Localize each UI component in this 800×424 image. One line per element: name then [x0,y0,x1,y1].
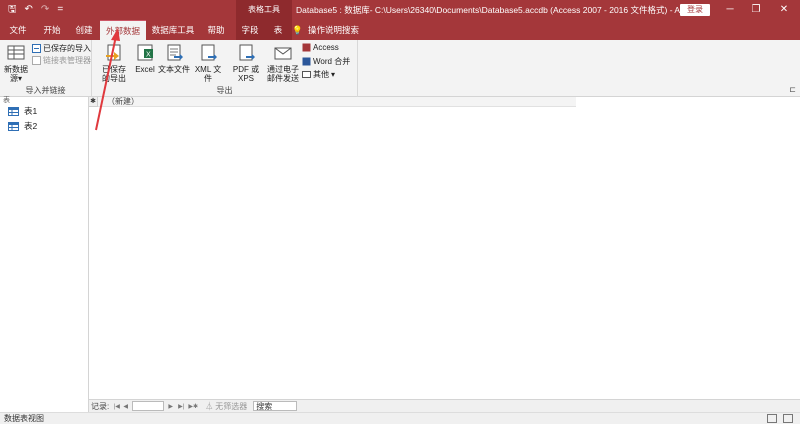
new-record-button[interactable]: ▶✱ [187,403,199,410]
filter-status[interactable]: ⏃ 无筛选器 [205,401,247,412]
email-label: 通过电子邮件发送 [267,65,299,83]
text-file-label: 文本文件 [158,65,190,74]
pdf-xps-label: PDF 或 XPS [232,65,260,83]
tab-help[interactable]: 帮助 [202,20,230,40]
status-bar: 数据表视图 [0,412,800,424]
saved-imports-label: 已保存的导入 [43,44,91,53]
export-xml-button[interactable]: XML 文件 [192,43,224,83]
word-icon [302,57,311,66]
minimize-icon[interactable]: ─ [720,0,740,20]
login-button[interactable]: 登录 [680,4,710,16]
close-icon[interactable]: ✕ [774,0,794,20]
restore-icon[interactable]: ❐ [746,0,766,20]
dropdown-arrow-icon: ▾ [17,74,22,83]
linked-table-manager-button: 链接表管理器 [32,55,91,66]
pdf-xps-icon [239,44,255,61]
redo-icon[interactable]: ↷ [41,3,49,17]
nav-item-label: 表2 [24,121,38,131]
export-group-label: 导出 [216,86,233,95]
group-import-link: 新数据源▾ 已保存的导入 链接表管理器 导入并链接 [0,40,92,97]
navigation-pane: 表 表1 表2 [0,97,89,412]
design-view-icon[interactable] [783,414,793,423]
next-record-button[interactable]: ▶ [166,403,175,410]
datasheet-view-icon[interactable] [767,414,777,423]
saved-imports-icon [32,44,41,53]
filter-icon: ⏃ [205,401,214,411]
title-bar: 🖫 ↶ ↷ = 表格工具 Database5 : 数据库- C:\Users\2… [0,0,800,20]
export-access-button[interactable]: Access [302,43,339,52]
saved-imports-button[interactable]: 已保存的导入 [32,43,91,54]
collapse-ribbon-icon[interactable]: ⊏ [789,85,796,94]
tab-file[interactable]: 文件 [4,20,32,40]
new-record-row[interactable] [98,97,576,107]
saved-exports-button[interactable]: 已保存的导出 [100,43,128,83]
table-icon [8,106,19,116]
table-tools-context-label: 表格工具 [236,0,292,20]
email-icon [274,47,292,60]
more-export-button[interactable]: 其他 ▾ [302,69,335,80]
first-record-button[interactable]: |◀ [112,403,121,410]
dropdown-arrow-icon: ▾ [331,70,336,79]
access-icon [302,43,311,52]
nav-pane-header[interactable]: 表 [3,95,10,105]
group-export: 已保存的导出 X Excel 文本文件 XML 文件 PDF 或 XPS 通过电… [92,40,358,97]
tell-me-search[interactable]: 💡 操作说明搜索 [292,20,359,40]
more-icon [302,71,311,78]
customize-qat-icon[interactable]: = [57,3,63,17]
tab-home[interactable]: 开始 [38,20,66,40]
excel-label: Excel [135,65,155,74]
svg-text:X: X [146,52,151,59]
new-data-source-button[interactable]: 新数据源▾ [2,43,30,83]
export-pdf-xps-button[interactable]: PDF 或 XPS [226,43,266,83]
window-title: Database5 : 数据库- C:\Users\26340\Document… [296,5,696,15]
tab-create[interactable]: 创建 [70,20,98,40]
nav-item-label: 表1 [24,106,38,116]
linked-table-manager-icon [32,56,41,65]
filter-label: 无筛选器 [215,401,248,411]
word-merge-label: Word 合并 [313,57,351,66]
word-merge-button[interactable]: Word 合并 [302,56,350,67]
lightbulb-icon: 💡 [292,25,303,35]
vertical-scrollbar[interactable] [790,97,800,399]
save-icon[interactable]: 🖫 [8,3,17,17]
nav-item-table1[interactable]: 表1 [8,105,37,117]
import-group-label: 导入并链接 [25,86,66,95]
quick-access-toolbar: 🖫 ↶ ↷ = [8,3,63,17]
tell-me-label: 操作说明搜索 [307,25,359,35]
export-text-button[interactable]: 文本文件 [158,43,190,74]
datasheet[interactable]: ✱ （新建） [89,97,800,399]
linked-table-manager-label: 链接表管理器 [43,56,91,65]
record-selector[interactable]: ✱ [89,97,98,107]
more-label: 其他 [313,70,329,79]
xml-file-icon [201,44,217,61]
text-file-icon [167,44,183,61]
new-record-label: （新建） [107,97,139,106]
tab-table[interactable]: 表 [264,20,292,40]
prev-record-button[interactable]: ◀ [121,403,130,410]
excel-icon: X [137,44,153,61]
ribbon-tab-bar: 文件 开始 创建 外部数据 数据库工具 帮助 字段 表 💡 操作说明搜索 [0,20,800,41]
last-record-button[interactable]: ▶| [175,403,187,410]
xml-file-label: XML 文件 [194,65,222,83]
status-text: 数据表视图 [4,414,44,423]
table-icon [8,121,19,131]
export-excel-button[interactable]: X Excel [134,43,156,74]
tab-database-tools[interactable]: 数据库工具 [150,20,196,40]
access-label: Access [313,43,339,52]
new-data-source-label: 新数据源 [4,65,28,83]
new-data-source-icon [7,45,25,60]
record-search-input[interactable]: 搜索 [253,401,298,411]
nav-item-table2[interactable]: 表2 [8,120,37,132]
tab-external-data[interactable]: 外部数据 [100,20,146,41]
saved-exports-icon [106,44,121,61]
tab-fields[interactable]: 字段 [236,20,264,40]
saved-exports-label: 已保存的导出 [102,65,126,83]
record-navigation-bar: 记录: |◀ ◀ ▶ ▶| ▶✱ ⏃ 无筛选器 搜索 [89,399,800,412]
export-email-button[interactable]: 通过电子邮件发送 [266,43,300,83]
current-record-input[interactable] [132,401,165,411]
record-label: 记录: [91,401,110,411]
ribbon: 新数据源▾ 已保存的导入 链接表管理器 导入并链接 已保存的导出 X Excel… [0,40,800,97]
undo-icon[interactable]: ↶ [25,3,33,17]
